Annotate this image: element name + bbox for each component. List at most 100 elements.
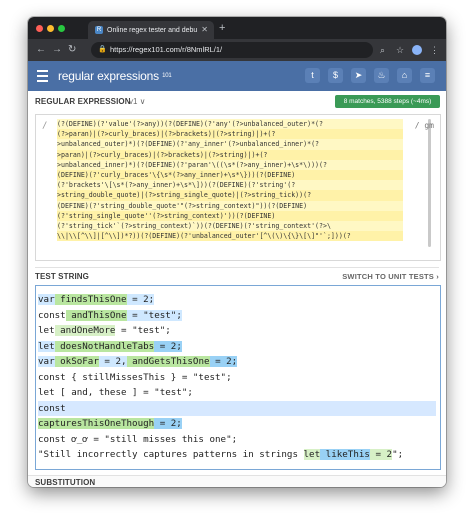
test-text: const (38, 309, 66, 321)
regex-line: (?'brackets'\[\s*(?>any_inner)+\s*\]))(?… (57, 180, 403, 191)
regex-line: (?(DEFINE)(?'value'(?>any))(?(DEFINE)(?'… (57, 119, 403, 130)
match-highlight: okSoFar (54, 356, 99, 367)
send-icon[interactable]: ➤ (351, 68, 366, 83)
url-text: https://regex101.com/r/8NmlRL/1/ (110, 45, 223, 54)
regex-line: \\|\\[^\\]|[^\\])*?))(?(DEFINE)(?'unbala… (57, 231, 403, 242)
match-highlight: = 2, (98, 356, 127, 367)
test-line: const andThisOne = "test"; (38, 308, 436, 324)
regex-section-title: REGULAR EXPRESSION (35, 97, 131, 106)
search-icon[interactable]: ⌕ (380, 44, 385, 56)
test-line: const ơ_ơ = "still misses this one"; (38, 432, 436, 448)
test-line: const (38, 400, 436, 416)
brand-text: regular expressions (58, 69, 159, 83)
test-line: const { stillMissesThis } = "test"; (38, 370, 436, 386)
test-text: "Still incorrectly captures patterns in … (38, 449, 304, 460)
brand-sup: 101 (162, 73, 172, 79)
test-text: const (38, 402, 66, 414)
menu-icon[interactable]: ≡ (420, 68, 435, 83)
regex-line: >unbalanced_outer)*)(?(DEFINE)(?'any_inn… (57, 139, 403, 150)
lock-icon: 🔒 (98, 46, 107, 53)
reload-icon[interactable]: ↻ (68, 43, 76, 57)
substitution-section-title: SUBSTITUTION (35, 478, 96, 487)
regex-flags-text: gm (424, 121, 434, 130)
version-selector[interactable]: v1 ∨ (129, 97, 146, 106)
test-line: let doesNotHandleTabs = 2; (38, 339, 436, 355)
twitter-icon[interactable]: t (305, 68, 320, 83)
tab-title: Online regex tester and debugg (107, 27, 197, 34)
forward-icon[interactable]: → (52, 43, 62, 57)
test-text: let [ and, these ] = "test"; (38, 387, 193, 398)
switch-to-unit-tests-button[interactable]: SWITCH TO UNIT TESTS › (342, 272, 439, 281)
match-highlight: = 2; (126, 294, 155, 305)
regex-scrollbar[interactable] (428, 119, 431, 247)
test-string-header: TEST STRING SWITCH TO UNIT TESTS › (35, 267, 439, 284)
library-icon[interactable]: ⌂ (397, 68, 412, 83)
substitution-header[interactable]: SUBSTITUTION (28, 475, 446, 487)
tab-strip: R Online regex tester and debugg ✕ + (28, 17, 446, 39)
test-line: capturesThisOneThough = 2; (38, 416, 436, 432)
match-highlight: let (38, 340, 55, 352)
tab-close-icon[interactable]: ✕ (201, 24, 208, 35)
close-window-button[interactable] (36, 25, 43, 32)
new-tab-icon[interactable]: + (219, 22, 225, 34)
match-highlight: findsThisOne (54, 294, 127, 305)
test-line: let andOneMore = "test"; (38, 323, 436, 339)
match-highlight: capturesThisOneThough (38, 418, 155, 429)
match-highlight: andOneMore (54, 325, 116, 336)
regex-line: (?>paran)|(?>curly_braces)|(?>brackets)|… (57, 129, 403, 140)
test-string-input[interactable]: var findsThisOne = 2; const andThisOne = … (38, 292, 436, 463)
zoom-window-button[interactable] (58, 25, 65, 32)
regex-line: >paran)|(?>curly_braces)|(?>brackets)|(?… (57, 149, 403, 160)
match-highlight: likeThis (320, 449, 370, 460)
regex-line: (DEFINE)(?'curly_braces'\{\s*(?>any_inne… (57, 169, 403, 181)
hamburger-menu-icon[interactable] (37, 70, 48, 82)
browser-tab[interactable]: R Online regex tester and debugg ✕ (88, 21, 214, 39)
test-line: let [ and, these ] = "test"; (38, 385, 436, 401)
match-info-badge: 8 matches, 5388 steps (~4ms) (335, 95, 440, 108)
match-highlight: = 2 (369, 449, 393, 460)
fire-icon[interactable]: ♨ (374, 68, 389, 83)
address-bar[interactable]: 🔒 https://regex101.com/r/8NmlRL/1/ (91, 42, 373, 58)
regex-delimiter-open: / (42, 121, 48, 131)
back-icon[interactable]: ← (36, 43, 46, 57)
match-highlight: = 2; (209, 356, 238, 367)
app-header: regular expressions 101 t $ ➤ ♨ ⌂ ≡ (28, 61, 446, 91)
test-string-editor[interactable]: var findsThisOne = 2; const andThisOne = … (35, 285, 441, 470)
test-section-title: TEST STRING (35, 272, 89, 281)
test-text: let (38, 325, 55, 336)
match-highlight: var (38, 294, 55, 305)
dollar-icon[interactable]: $ (328, 68, 343, 83)
match-highlight: doesNotHandleTabs (54, 340, 155, 352)
match-highlight: andThisOne (65, 309, 127, 321)
more-menu-icon[interactable]: ⋮ (430, 44, 439, 56)
test-line: "Still incorrectly captures patterns in … (38, 447, 436, 463)
test-text: "; (392, 449, 404, 460)
profile-avatar[interactable] (412, 45, 422, 55)
test-text: const { stillMissesThis } = "test"; (38, 371, 232, 383)
bookmark-star-icon[interactable]: ☆ (396, 44, 404, 56)
browser-toolbar: ← → ↻ 🔒 https://regex101.com/r/8NmlRL/1/… (28, 39, 446, 61)
regex-editor[interactable]: / (?(DEFINE)(?'value'(?>any))(?(DEFINE)(… (35, 114, 441, 261)
regex-delimiter-close: / (414, 121, 420, 130)
regex-flags[interactable]: / gm (415, 121, 434, 130)
match-highlight: let (303, 449, 321, 460)
match-highlight: andGetsThisOne (126, 356, 210, 367)
regex-line: >string_double_quote)|(?>string_single_q… (57, 190, 403, 201)
test-line: var okSoFar = 2, andGetsThisOne = 2; (38, 354, 436, 370)
regex-line: (DEFINE)(?'string_double_quote'"(?>strin… (57, 200, 403, 211)
favicon-icon: R (95, 26, 103, 34)
match-highlight: = 2; (154, 340, 182, 352)
test-line: var findsThisOne = 2; (38, 292, 436, 308)
minimize-window-button[interactable] (47, 25, 54, 32)
regex-input[interactable]: (?(DEFINE)(?'value'(?>any))(?(DEFINE)(?'… (57, 119, 403, 242)
match-highlight: var (38, 356, 55, 367)
browser-window: R Online regex tester and debugg ✕ + ← →… (28, 17, 446, 487)
regex-line: >unbalanced_inner)*)(?(DEFINE)(?'paran'\… (57, 159, 403, 170)
match-highlight: = 2; (154, 418, 182, 429)
brand-logo[interactable]: regular expressions 101 (58, 69, 172, 83)
test-text: const ơ_ơ = "still misses this one"; (38, 433, 238, 445)
regex-line: (?'string_single_quote''(?>string_contex… (57, 210, 403, 221)
regex-line: (?'string_tick'`(?>string_context)`))(?(… (57, 220, 403, 232)
match-highlight: = "test"; (126, 309, 182, 321)
test-text: = "test"; (115, 325, 171, 336)
